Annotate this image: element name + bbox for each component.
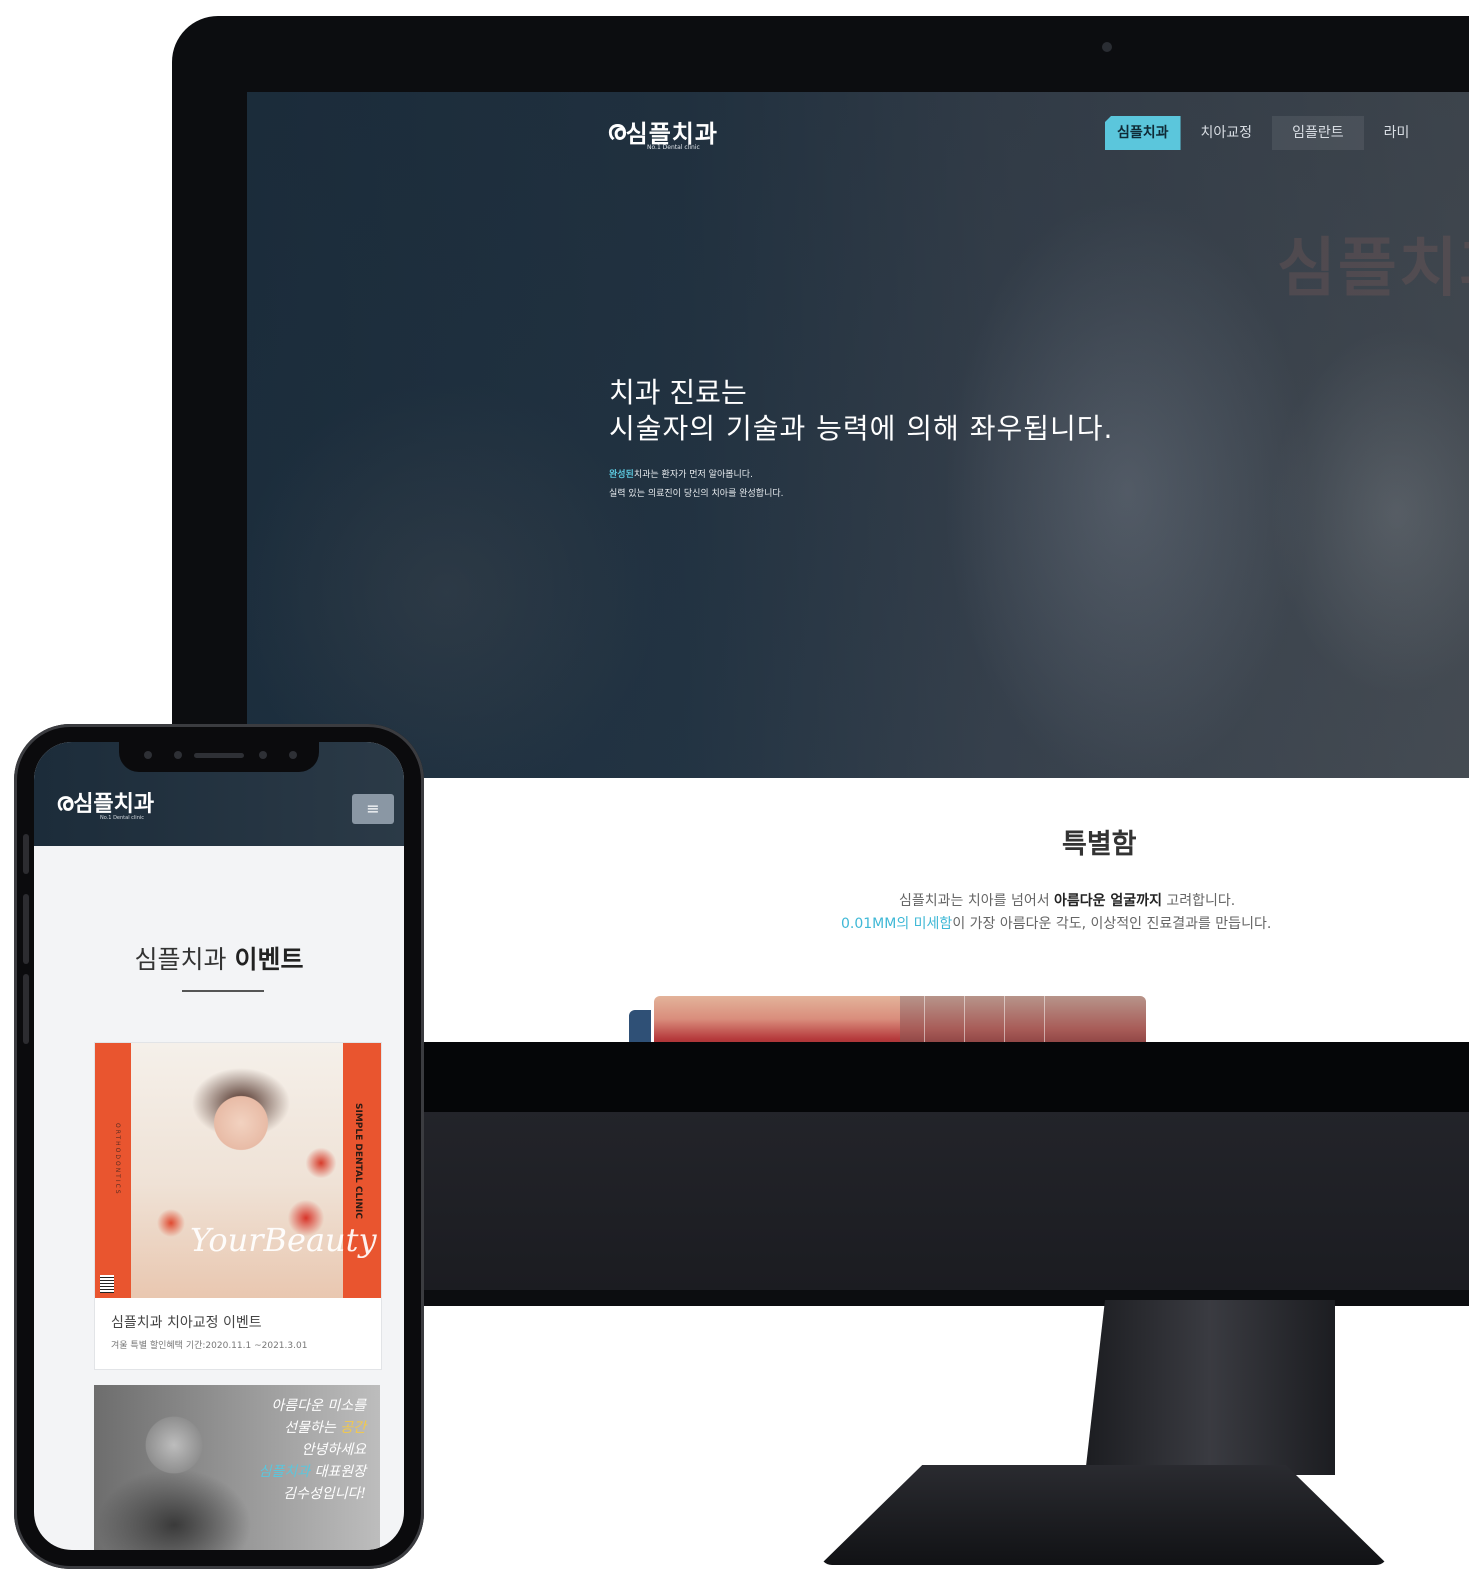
event-section-title: 심플치과 이벤트 bbox=[134, 945, 304, 974]
hero-sub-2: 실력 있는 의료진이 당신의 치아를 완성합니다. bbox=[609, 489, 784, 499]
event-card-subtitle: 겨울 특별 할인혜택 기간:2020.11.1 ~2021.3.01 bbox=[111, 1341, 308, 1351]
menu-icon[interactable]: ≡ bbox=[352, 794, 394, 824]
feature-text-1: 심플치과는 치아를 넘어서 아름다운 얼굴까지 고려합니다. bbox=[899, 893, 1236, 909]
background-sign: 심플치과 bbox=[1277, 232, 1469, 306]
logo-subtitle: No.1 Dental clinic bbox=[647, 144, 700, 151]
hero-line-2: 시술자의 기술과 능력에 의해 좌우됩니다. bbox=[609, 412, 1114, 445]
main-nav: 심플치과 치아교정 임플란트 라미 bbox=[1105, 116, 1429, 150]
mobile-screen: ര심플치과 No.1 Dental clinic ≡ 심플치과 이벤트 Your… bbox=[34, 742, 404, 1550]
desktop-screen: 심플치과 ര심플치과 No.1 Dental clinic 심플치과 치아교정 … bbox=[247, 92, 1469, 1058]
feature-text-2: 0.01MM의 미세함이 가장 아름다운 각도, 이상적인 진료결과를 만듭니다… bbox=[841, 916, 1272, 932]
mobile-logo-subtitle: No.1 Dental clinic bbox=[100, 815, 145, 821]
event-poster: YourBeauty SIMPLE DENTAL CLINIC ORTHODON… bbox=[95, 1043, 381, 1298]
event-card-2[interactable]: 아름다운 미소를 선물하는 공간 안녕하세요 심플치과 대표원장 김수성입니다! bbox=[94, 1385, 380, 1550]
poster-script-text: YourBeauty bbox=[190, 1221, 377, 1259]
nav-item-simple[interactable]: 심플치과 bbox=[1105, 116, 1181, 150]
monitor-stand bbox=[1085, 1300, 1335, 1475]
feature-section: 특별함 심플치과는 치아를 넘어서 아름다운 얼굴까지 고려합니다. 0.01M… bbox=[247, 778, 1469, 1058]
phone-notch bbox=[119, 742, 319, 772]
logo-mark-icon: ര bbox=[607, 116, 626, 146]
poster-side-left: ORTHODONTICS bbox=[114, 1123, 121, 1196]
nav-item-orthodontics[interactable]: 치아교정 bbox=[1181, 116, 1273, 150]
hero-headline: 치과 진료는 시술자의 기술과 능력에 의해 좌우됩니다. 완성된치과는 환자가… bbox=[609, 375, 1113, 499]
monitor-base bbox=[820, 1465, 1388, 1565]
poster-side-right: SIMPLE DENTAL CLINIC bbox=[353, 1103, 363, 1219]
logo-mark-icon: ര bbox=[56, 788, 74, 816]
handwritten-message: 아름다운 미소를 선물하는 공간 안녕하세요 심플치과 대표원장 김수성입니다! bbox=[258, 1398, 366, 1502]
nav-item-implant[interactable]: 임플란트 bbox=[1272, 116, 1364, 150]
camera-icon bbox=[1102, 42, 1112, 52]
title-underline bbox=[182, 990, 264, 992]
event-card[interactable]: YourBeauty SIMPLE DENTAL CLINIC ORTHODON… bbox=[94, 1042, 382, 1370]
hero-line-1: 치과 진료는 bbox=[609, 376, 747, 409]
site-logo[interactable]: ര심플치과 No.1 Dental clinic bbox=[607, 114, 718, 151]
hero-sub-1: 완성된치과는 환자가 먼저 알아봅니다. bbox=[609, 470, 753, 480]
mobile-logo[interactable]: ര심플치과 No.1 Dental clinic bbox=[56, 786, 154, 821]
nav-item-laminate[interactable]: 라미 bbox=[1364, 116, 1430, 150]
barcode-icon bbox=[100, 1275, 114, 1293]
feature-title: 특별함 bbox=[1062, 829, 1137, 860]
mobile-phone: ര심플치과 No.1 Dental clinic ≡ 심플치과 이벤트 Your… bbox=[14, 724, 424, 1569]
hero-section: 심플치과 ര심플치과 No.1 Dental clinic 심플치과 치아교정 … bbox=[247, 92, 1469, 778]
poster-photo bbox=[131, 1043, 343, 1298]
event-card-title: 심플치과 치아교정 이벤트 bbox=[111, 1315, 262, 1331]
